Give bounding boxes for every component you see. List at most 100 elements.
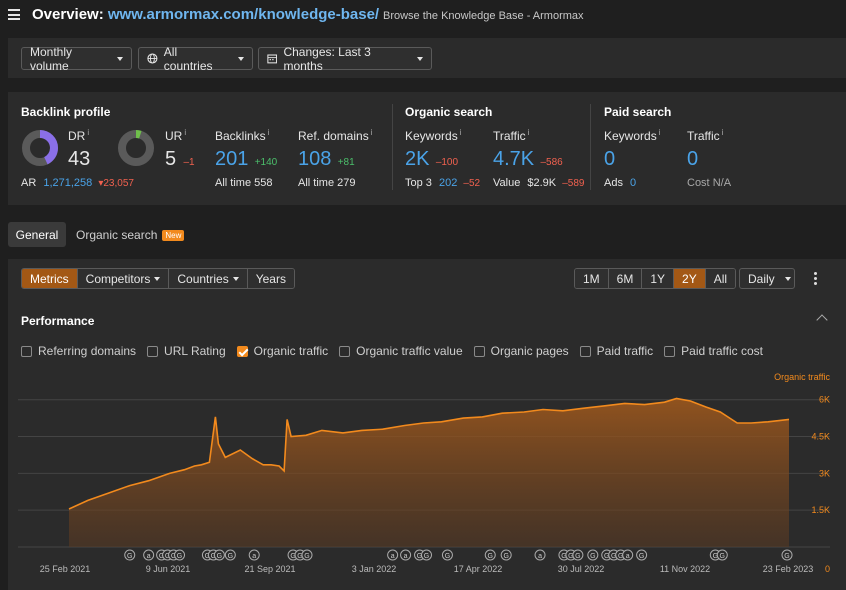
chevron-down-icon: [417, 56, 423, 61]
paid-keywords-value[interactable]: 0: [604, 148, 615, 171]
chevron-down-icon: [238, 56, 244, 61]
dr-label: DR i: [68, 128, 90, 143]
competitors-dropdown[interactable]: Competitors: [77, 269, 170, 288]
svg-text:G: G: [127, 553, 132, 560]
checkbox-paid-traffic[interactable]: Paid traffic: [579, 344, 654, 358]
ur-value: 5: [165, 148, 177, 170]
checkbox-label: Paid traffic cost: [681, 344, 763, 358]
y-tick-label: 6K: [819, 395, 830, 405]
annotation-marker[interactable]: a: [387, 549, 399, 561]
target-url-link[interactable]: www.armormax.com/knowledge-base/: [108, 6, 379, 23]
years-button[interactable]: Years: [247, 269, 294, 288]
svg-text:G: G: [639, 553, 644, 560]
annotation-marker[interactable]: G: [301, 549, 313, 561]
more-options-icon[interactable]: [814, 272, 817, 285]
annotation-marker[interactable]: G: [213, 549, 225, 561]
range-2y-button[interactable]: 2Y: [674, 269, 706, 288]
checkbox-box[interactable]: [147, 345, 159, 357]
checkbox-box[interactable]: [339, 345, 351, 357]
annotation-marker[interactable]: G: [716, 549, 728, 561]
organic-keywords-delta: –100: [435, 157, 459, 168]
svg-text:a: a: [626, 553, 630, 560]
tab-organic-search[interactable]: Organic search New: [76, 228, 185, 242]
checkbox-organic-traffic[interactable]: Organic traffic: [236, 344, 329, 358]
divider: [392, 104, 393, 190]
countries-dropdown[interactable]: Countries: [169, 269, 248, 288]
paid-traffic-label: Traffic i: [687, 128, 724, 143]
annotation-marker[interactable]: a: [534, 549, 546, 561]
annotation-marker[interactable]: G: [484, 549, 496, 561]
top3-value[interactable]: 202: [439, 177, 457, 189]
checkbox-box[interactable]: [579, 345, 591, 357]
tab-general[interactable]: General: [8, 222, 66, 247]
annotation-marker[interactable]: G: [174, 549, 186, 561]
y-tick-label: 3K: [819, 468, 830, 478]
annotation-marker[interactable]: G: [224, 549, 236, 561]
svg-text:a: a: [391, 553, 395, 560]
checkbox-box[interactable]: [664, 345, 676, 357]
checkbox-box[interactable]: [21, 345, 32, 357]
x-tick-label: 25 Feb 2021: [40, 564, 91, 574]
svg-text:G: G: [217, 553, 222, 560]
organic-traffic-value[interactable]: 4.7K: [493, 148, 534, 170]
svg-text:G: G: [503, 553, 508, 560]
annotation-marker[interactable]: a: [622, 549, 634, 561]
page-title: Overview: www.armormax.com/knowledge-bas…: [32, 6, 379, 23]
menu-icon[interactable]: [8, 9, 20, 20]
backlinks-metric: 201 +140: [215, 148, 277, 171]
annotation-marker[interactable]: G: [572, 549, 584, 561]
annotation-marker[interactable]: G: [421, 549, 433, 561]
checkbox-paid-traffic-cost[interactable]: Paid traffic cost: [664, 344, 763, 358]
app-header: Overview: www.armormax.com/knowledge-bas…: [0, 0, 846, 30]
volume-select[interactable]: Monthly volume: [21, 45, 132, 73]
backlinks-value[interactable]: 201: [215, 148, 248, 170]
performance-title: Performance: [21, 314, 95, 328]
svg-text:G: G: [177, 553, 182, 560]
checkbox-url-rating[interactable]: URL Rating: [147, 344, 226, 358]
chart-legend: Organic traffic: [774, 372, 830, 382]
changes-select-label: Changes: Last 3 months: [283, 44, 371, 73]
checkbox-organic-pages[interactable]: Organic pages: [473, 344, 569, 358]
checkbox-box[interactable]: [473, 345, 485, 357]
annotation-marker[interactable]: G: [500, 549, 512, 561]
refdomains-value[interactable]: 108: [298, 148, 331, 170]
checkbox-organic-traffic-value[interactable]: Organic traffic value: [339, 344, 463, 358]
checkbox-box[interactable]: [236, 345, 248, 357]
svg-text:G: G: [488, 553, 493, 560]
annotation-marker[interactable]: G: [587, 549, 599, 561]
range-1y-button[interactable]: 1Y: [642, 269, 675, 288]
checkbox-referring-domains[interactable]: Referring domains: [21, 344, 136, 358]
ar-value[interactable]: 1,271,258: [43, 177, 92, 189]
checkbox-label: URL Rating: [164, 344, 226, 358]
chevron-down-icon: [784, 276, 791, 281]
x-tick-label: 11 Nov 2022: [660, 564, 710, 574]
range-1m-button[interactable]: 1M: [575, 269, 609, 288]
countries-select[interactable]: All countries: [138, 45, 253, 73]
metric-checkboxes: Referring domains URL Rating Organic traff…: [21, 344, 763, 358]
refdomains-alltime: All time 279: [298, 177, 356, 189]
annotation-marker[interactable]: G: [124, 549, 136, 561]
paid-traffic-value[interactable]: 0: [687, 148, 698, 171]
range-6m-button[interactable]: 6M: [608, 269, 643, 288]
ar-row: AR 1,271,258 ▾23,057: [21, 177, 134, 189]
annotation-marker[interactable]: a: [400, 549, 412, 561]
metrics-button[interactable]: Metrics: [22, 269, 78, 288]
changes-select[interactable]: Changes: Last 3 months: [258, 44, 432, 73]
svg-text:G: G: [304, 553, 309, 560]
organic-keywords-metric: 2K –100: [405, 148, 458, 171]
title-prefix: Overview:: [32, 6, 104, 23]
organic-traffic-metric: 4.7K –586: [493, 148, 563, 171]
cost-row: Cost N/A: [687, 177, 732, 189]
checkbox-label: Paid traffic: [596, 344, 654, 358]
range-all-button[interactable]: All: [705, 269, 736, 288]
organic-traffic-label: Traffic i: [493, 128, 530, 143]
annotation-marker[interactable]: G: [781, 549, 793, 561]
ur-label: UR i: [165, 128, 187, 143]
annotation-marker[interactable]: G: [636, 549, 648, 561]
checkbox-label: Organic traffic: [253, 344, 329, 358]
organic-keywords-value[interactable]: 2K: [405, 148, 429, 170]
annotation-marker[interactable]: G: [441, 549, 453, 561]
granularity-select[interactable]: Daily: [739, 268, 795, 289]
annotation-marker[interactable]: a: [143, 549, 155, 561]
annotation-marker[interactable]: a: [248, 549, 260, 561]
